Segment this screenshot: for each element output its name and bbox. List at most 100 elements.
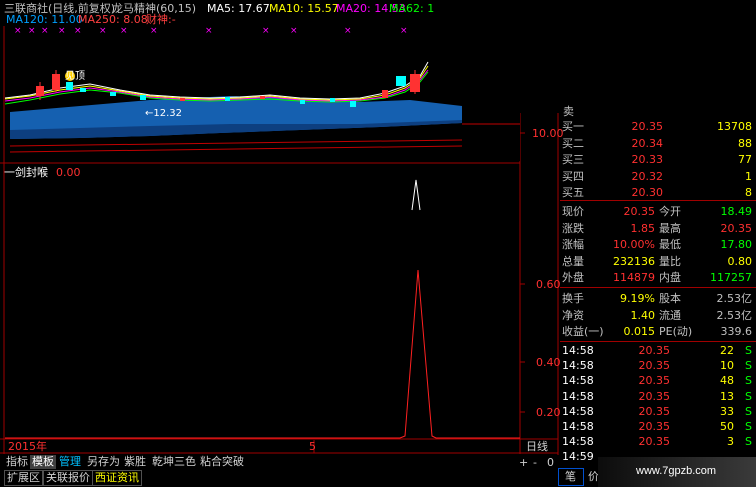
svg-text:×: × bbox=[74, 26, 82, 36]
svg-text:×: × bbox=[14, 26, 22, 36]
watermark-banner: www.7gpzb.com bbox=[598, 457, 756, 487]
svg-text:×: × bbox=[344, 26, 352, 36]
stat2-label: 换手 bbox=[562, 292, 584, 305]
stat-label: 涨跌 bbox=[562, 221, 584, 235]
candle bbox=[260, 96, 265, 99]
stat-value: 20.35 bbox=[623, 205, 656, 218]
bid-row: 买四 20.32 1 bbox=[560, 168, 756, 185]
stat2-row: 收益(一) 0.015 PE(动) 339.6 bbox=[560, 323, 756, 340]
candle bbox=[110, 92, 116, 96]
stat2-row: 换手 9.19% 股本 2.53亿 bbox=[560, 290, 756, 307]
stat-label-2: 今开 bbox=[659, 205, 681, 218]
stat2-label-2: 流通 bbox=[659, 308, 681, 322]
tab-3[interactable]: 另存为 bbox=[85, 455, 122, 469]
stat2-value-2: 2.53亿 bbox=[716, 292, 753, 305]
stat-value-2: 0.80 bbox=[727, 254, 753, 268]
bid-price: 20.32 bbox=[631, 169, 664, 183]
stat2-label: 收益(一) bbox=[562, 325, 604, 339]
tick-time: 14:59 bbox=[562, 450, 594, 464]
stat-label: 现价 bbox=[562, 205, 584, 218]
stat2-value-2: 2.53亿 bbox=[716, 308, 753, 322]
bid-row: 买三 20.33 77 bbox=[560, 151, 756, 168]
bid-price: 20.33 bbox=[631, 153, 664, 166]
stat-value-2: 17.80 bbox=[720, 238, 753, 252]
signal-markers: × × × × × × × × × × × × × bbox=[14, 26, 408, 36]
candle bbox=[225, 97, 230, 101]
bid-label: 买二 bbox=[562, 136, 584, 150]
candle bbox=[396, 76, 406, 86]
candle bbox=[180, 98, 185, 101]
sub-tick-040: 0.40 bbox=[536, 356, 561, 369]
separator bbox=[560, 200, 756, 201]
ma5-label: MA5: 17.67 bbox=[207, 2, 270, 15]
bid-label: 买五 bbox=[562, 186, 584, 199]
bid-label: 买三 bbox=[562, 153, 584, 166]
svg-text:×: × bbox=[58, 26, 66, 36]
caishen-label: 财神:- bbox=[146, 13, 176, 26]
stat-label: 涨幅 bbox=[562, 238, 584, 252]
trend-line-1 bbox=[9, 139, 463, 147]
price-axis-10: 10.00 bbox=[532, 127, 564, 140]
watermark-text: www.7gpzb.com bbox=[636, 465, 717, 477]
bottom-tab-1[interactable]: 关联报价 bbox=[43, 470, 93, 486]
indicator-peak-white bbox=[411, 179, 421, 211]
stat-row: 现价 20.35 今开 18.49 bbox=[560, 203, 756, 220]
tab-1[interactable]: 模板 bbox=[30, 455, 56, 469]
tab-6[interactable]: 粘合突破 bbox=[198, 455, 246, 469]
svg-text:×: × bbox=[400, 26, 408, 36]
stat-label-2: 量比 bbox=[659, 254, 681, 268]
svg-text:×: × bbox=[99, 26, 107, 36]
ma10-label: MA10: 15.57 bbox=[269, 2, 339, 15]
bid-volume: 13708 bbox=[717, 120, 752, 133]
candle bbox=[66, 82, 73, 90]
stat-label-2: 最高 bbox=[659, 221, 681, 235]
separator bbox=[560, 287, 756, 288]
zoom-reset-button[interactable]: 0 bbox=[547, 457, 554, 469]
indicator-line bbox=[5, 269, 520, 439]
svg-text:×: × bbox=[262, 26, 270, 36]
ma250-label: MA250: 8.08 bbox=[78, 13, 148, 26]
candle bbox=[330, 98, 335, 102]
bid-volume: 1 bbox=[745, 169, 752, 183]
trend-line-2 bbox=[9, 145, 463, 153]
stat2-label: 净资 bbox=[562, 308, 584, 322]
svg-text:×: × bbox=[150, 26, 158, 36]
top-signal-label: 见顶 bbox=[65, 71, 85, 82]
tab-0[interactable]: 指标 bbox=[4, 455, 30, 469]
stat-row: 总量 232136 量比 0.80 bbox=[560, 253, 756, 270]
period-label[interactable]: 日线 bbox=[526, 441, 548, 453]
stat2-label-2: PE(动) bbox=[659, 325, 693, 339]
bid-row: 买二 20.34 88 bbox=[560, 135, 756, 152]
stat-value-2: 18.49 bbox=[720, 205, 753, 218]
zoom-out-button[interactable]: - bbox=[533, 457, 537, 469]
stat-value-2: 20.35 bbox=[720, 221, 753, 235]
svg-text:×: × bbox=[120, 26, 128, 36]
stat-row: 涨跌 1.85 最高 20.35 bbox=[560, 220, 756, 237]
candle bbox=[80, 88, 86, 92]
side-button-frame bbox=[558, 468, 584, 486]
stat2-value: 0.015 bbox=[623, 325, 656, 339]
sell-partial-label: 卖 bbox=[563, 105, 574, 118]
sell-partial-row: 卖 bbox=[560, 106, 756, 118]
bid-volume: 88 bbox=[738, 136, 752, 150]
bottom-tab-2[interactable]: 西证资讯 bbox=[92, 470, 142, 486]
bottom-tab-0[interactable]: 扩展区 bbox=[4, 470, 43, 486]
tab-5[interactable]: 乾坤三色 bbox=[150, 455, 198, 469]
stat2-row: 净资 1.40 流通 2.53亿 bbox=[560, 307, 756, 324]
stat2-label-2: 股本 bbox=[659, 292, 681, 305]
sub-tick-020: 0.20 bbox=[536, 406, 561, 419]
candle bbox=[382, 90, 388, 98]
stat-value: 10.00% bbox=[613, 238, 655, 252]
bid-row: 买五 20.30 8 bbox=[560, 184, 756, 201]
stat-row: 涨幅 10.00% 最低 17.80 bbox=[560, 236, 756, 253]
tab-2[interactable]: 管理 bbox=[57, 455, 83, 469]
svg-text:×: × bbox=[28, 26, 36, 36]
stat-label: 外盘 bbox=[562, 271, 584, 285]
stat-value: 1.85 bbox=[630, 221, 656, 235]
low-price-label: ←12.32 bbox=[145, 108, 183, 119]
bid-label: 买四 bbox=[562, 169, 584, 183]
candle bbox=[140, 95, 146, 100]
bid-volume: 8 bbox=[745, 186, 752, 199]
zoom-in-button[interactable]: + bbox=[519, 457, 528, 469]
tab-4[interactable]: 紫胜 bbox=[122, 455, 148, 469]
